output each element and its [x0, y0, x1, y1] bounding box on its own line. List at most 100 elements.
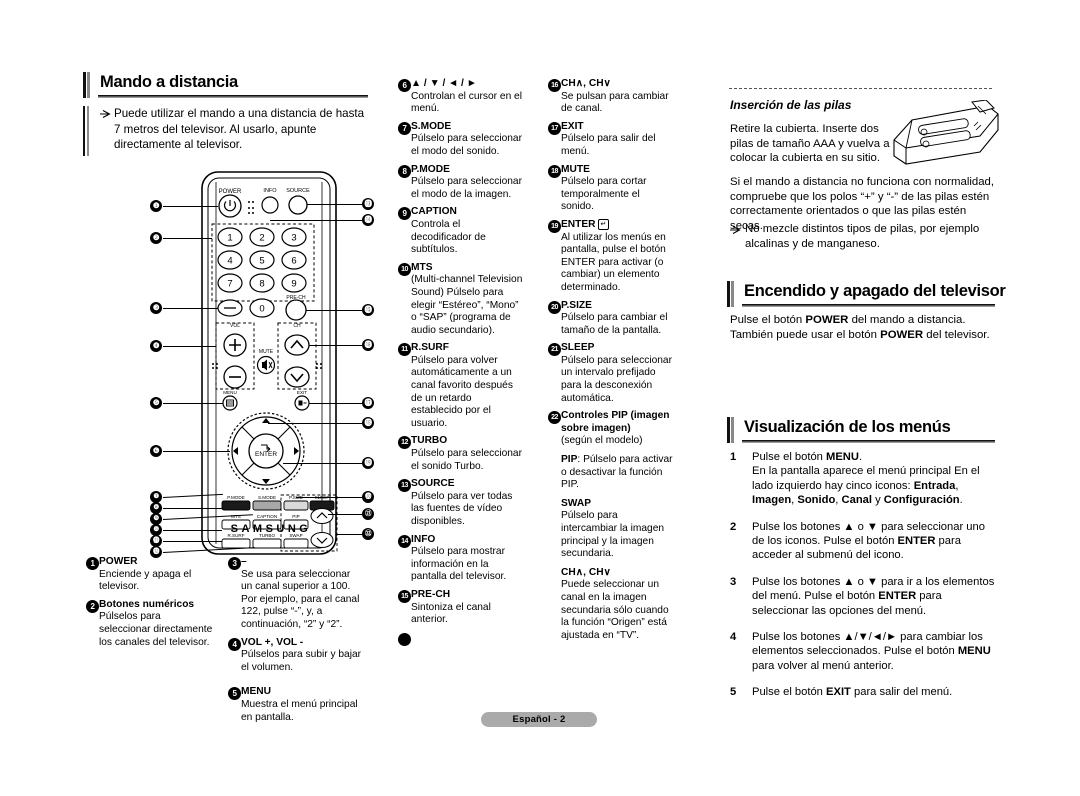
callout-14: ⓮	[362, 214, 374, 226]
power-line1-c: del mando a distancia.	[848, 314, 966, 326]
legend-title: –	[241, 556, 247, 567]
legend-item: 10 MTS (Multi-channel Television Sound) …	[398, 262, 523, 338]
legend-desc: Púlselos para subir y bajar el volumen.	[241, 649, 362, 673]
callout-4: ❹	[150, 340, 162, 352]
legend-title: CAPTION	[411, 206, 457, 218]
svg-text:S.MODE: S.MODE	[258, 495, 276, 500]
menu-step: 5 Pulse el botón EXIT para salir del men…	[730, 685, 998, 699]
remote-section-heading: Mando a distancia	[83, 72, 368, 98]
legend-title: MENU	[241, 686, 271, 698]
svg-text:CH: CH	[293, 323, 301, 329]
menu-section-title: Visualización de los menús	[744, 418, 951, 436]
svg-text:4: 4	[227, 256, 232, 267]
power-section-body: Pulse el botón POWER del mando a distanc…	[730, 313, 1000, 343]
legend-desc: Púlselo para seleccionar el modo del son…	[411, 133, 522, 157]
power-line-2: También puede usar el botón POWER del te…	[730, 328, 1000, 343]
legend-title: Controles PIP (imagen sobre imagen)	[561, 410, 670, 434]
legend-column-2: 3 – Se usa para seleccionar un canal sup…	[228, 556, 363, 729]
remote-intro: Puede utilizar el mando a una distancia …	[83, 106, 373, 156]
callout-18: ⓲	[362, 417, 374, 429]
svg-text:5: 5	[259, 256, 264, 267]
callout-2: ❷	[150, 232, 162, 244]
menu-step: 2 Pulse los botones ▲ o ▼ para seleccion…	[730, 520, 998, 563]
heading-bar	[727, 417, 736, 443]
callout-20: ⓴	[362, 491, 374, 503]
legend-number: 6	[398, 79, 411, 92]
remote-control-diagram: POWER INFO SOURCE 123 456 7 8 9 0 PRE-CH…	[150, 168, 385, 558]
power-section-heading: Encendido y apagado del televisor	[727, 281, 1006, 307]
heading-rule	[98, 95, 368, 98]
legend-title: TURBO	[411, 435, 448, 447]
legend-number: 14	[398, 534, 411, 548]
legend-title: MUTE	[561, 163, 590, 175]
page-footer-badge: Español - 2	[481, 712, 597, 727]
legend-number: 2	[86, 599, 99, 613]
page-title: Mando a distancia	[100, 73, 238, 91]
legend-number: 1	[86, 557, 99, 570]
intro-bar	[83, 106, 92, 156]
legend-item: 4 VOL +, VOL - Púlselos para subir y baj…	[228, 637, 363, 675]
legend-title: POWER	[99, 556, 138, 567]
legend-title: P.SIZE	[561, 299, 592, 311]
legend-number: 21	[548, 343, 561, 357]
legend-desc: Púlselo para salir del menú.	[561, 133, 656, 157]
legend-item: 18 MUTE Púlselo para cortar temporalment…	[548, 164, 674, 214]
legend-desc: Al utilizar los menús en pantalla, pulse…	[561, 231, 666, 293]
step-number: 1	[730, 451, 737, 463]
legend-item: 17 EXIT Púlselo para salir del menú.	[548, 121, 674, 159]
power-line1-a: Pulse el botón	[730, 314, 806, 326]
legend-title: CH∧, CH∨	[561, 78, 612, 89]
legend-item: 5 MENU Muestra el menú principal en pant…	[228, 686, 363, 724]
step-text: Pulse el botón EXIT para salir del menú.	[752, 686, 953, 699]
legend-desc: Púlselo para seleccionar el sonido Turbo…	[411, 448, 522, 472]
svg-text:9: 9	[291, 279, 296, 290]
legend-desc: Sintoniza el canal anterior.	[411, 601, 491, 626]
callout-1: ❶	[150, 200, 162, 212]
legend-item: 14 INFO Púlselo para mostrar información…	[398, 534, 523, 584]
legend-number: 8	[398, 164, 411, 178]
menu-step: 4 Pulse los botones ▲/▼/◄/► para cambiar…	[730, 630, 998, 673]
legend-number: 12	[398, 436, 411, 450]
legend-desc: Controla el decodificador de subtítulos.	[411, 218, 486, 256]
callout-16: ⓰	[362, 339, 374, 351]
svg-text:INFO: INFO	[263, 188, 277, 194]
svg-text:7: 7	[227, 279, 232, 290]
legend-item: 21 SLEEP Púlselo para seleccionar un int…	[548, 342, 674, 405]
heading-rule	[742, 304, 995, 307]
svg-text:VOL: VOL	[230, 323, 240, 329]
legend-item: 8 P.MODE Púlselo para seleccionar el mod…	[398, 164, 523, 202]
step-number: 5	[730, 686, 737, 699]
svg-text:8: 8	[259, 279, 264, 290]
svg-text:2: 2	[259, 233, 264, 244]
legend-item: 13 SOURCE Púlselo para ver todas las fue…	[398, 478, 523, 528]
power-line-1: Pulse el botón POWER del mando a distanc…	[730, 313, 1000, 328]
svg-text:POWER: POWER	[219, 189, 242, 195]
callout-19: ⓳	[362, 457, 374, 469]
legend-column-3: 6 ▲ / ▼ / ◄ / ► Controlan el cursor en e…	[398, 78, 523, 651]
svg-text:3: 3	[291, 233, 296, 244]
power-line2-b: POWER	[880, 329, 924, 341]
legend-number: 7	[398, 121, 411, 135]
power-section-title: Encendido y apagado del televisor	[744, 282, 1006, 300]
power-line1-b: POWER	[805, 314, 849, 326]
legend-number: 3	[228, 557, 241, 570]
step-number: 3	[730, 575, 737, 588]
legend-desc: Púlselo para cambiar el tamaño de la pan…	[561, 312, 668, 336]
legend-number: 22	[548, 411, 561, 425]
legend-desc: (Multi-channel Television Sound) Púlselo…	[411, 274, 523, 336]
legend-desc: Púlselo para mostrar información en la p…	[411, 546, 507, 583]
legend-item	[398, 632, 523, 646]
svg-text:SOURCE: SOURCE	[286, 188, 310, 194]
legend-item: 9 CAPTION Controla el decodificador de s…	[398, 206, 523, 256]
swap-sub-text: Púlselo para intercambiar la imagen prin…	[561, 510, 665, 560]
callout-21: ㉑	[362, 508, 374, 520]
svg-text:PIP: PIP	[292, 514, 299, 519]
legend-column-4: 16 CH∧, CH∨ Se pulsan para cambiar de ca…	[548, 78, 674, 647]
heading-rule	[742, 440, 995, 443]
step-text: Pulse los botones ▲ o ▼ para seleccionar…	[752, 520, 985, 562]
legend-desc: Se pulsan para cambiar de canal.	[561, 90, 669, 115]
legend-item: 22 Controles PIP (imagen sobre imagen) (…	[548, 410, 674, 642]
manual-page: Mando a distancia Puede utilizar el mand…	[0, 0, 1080, 796]
svg-text:MUTE: MUTE	[259, 349, 274, 355]
legend-desc: Púlselo para volver automáticamente a un…	[411, 354, 513, 429]
